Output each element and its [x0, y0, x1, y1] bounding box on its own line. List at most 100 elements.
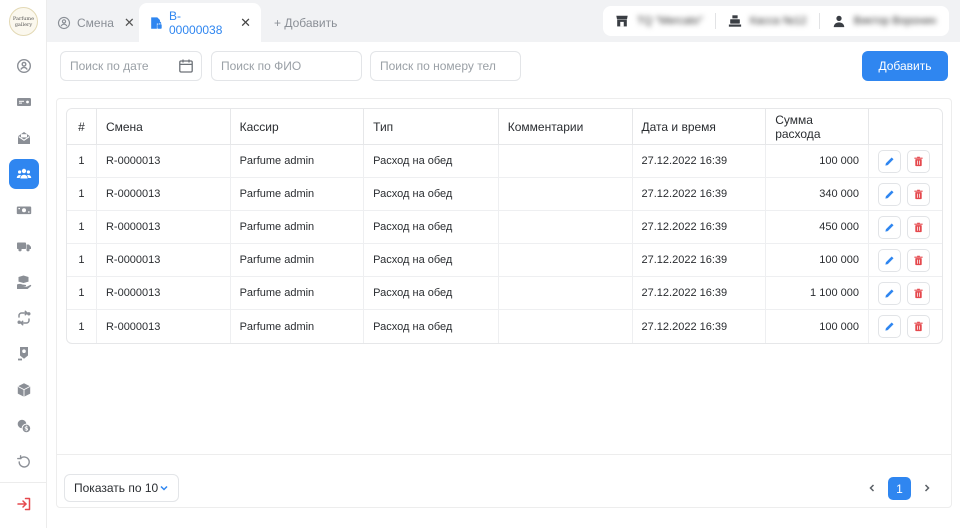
sidebar-item-finance[interactable] — [9, 195, 39, 225]
sidebar-item-messages[interactable] — [9, 123, 39, 153]
table-container: # Смена Кассир Тип Комментарии Дата и вр… — [56, 98, 952, 508]
datetime-cell: 27.12.2022 16:39 — [632, 211, 767, 244]
user-name: Виктор Воронин — [853, 15, 937, 27]
delete-button[interactable] — [906, 149, 930, 173]
comment-cell — [498, 178, 633, 211]
page-size-select[interactable]: Показать по 10 — [64, 474, 179, 502]
edit-button[interactable] — [877, 248, 901, 272]
row-number: 1 — [67, 145, 97, 178]
document-lock-icon — [149, 16, 163, 30]
comment-cell — [498, 145, 633, 178]
table-row[interactable]: 1 R-0000013 Parfume admin Расход на обед 27.… — [67, 244, 942, 277]
sidebar-item-delivery[interactable] — [9, 231, 39, 261]
calendar-icon[interactable] — [178, 58, 194, 74]
sidebar-item-returns[interactable] — [9, 447, 39, 477]
next-page-button[interactable] — [917, 478, 937, 498]
hand-box-icon — [17, 275, 32, 289]
table-row[interactable]: 1 R-0000013 Parfume admin Расход на обед 27.… — [67, 178, 942, 211]
tab-label: B-00000038 — [169, 8, 223, 37]
amount-cell: 1 100 000 — [766, 277, 869, 310]
trash-icon — [914, 321, 923, 332]
svg-text:$: $ — [24, 426, 28, 433]
delete-button[interactable] — [906, 182, 930, 206]
sidebar-item-sales[interactable] — [9, 87, 39, 117]
page-number-button[interactable]: 1 — [888, 477, 911, 500]
tab-shift[interactable]: Смена ✕ — [57, 3, 135, 42]
user-icon — [833, 15, 844, 28]
type-cell: Расход на обед — [364, 145, 499, 178]
column-header — [868, 109, 942, 145]
type-cell: Расход на обед — [364, 178, 499, 211]
table-row[interactable]: 1 R-0000013 Parfume admin Расход на обед 27.… — [67, 211, 942, 244]
sidebar-item-payments[interactable]: $ — [9, 411, 39, 441]
close-icon[interactable]: ✕ — [240, 15, 251, 31]
phone-search-input[interactable] — [370, 51, 521, 81]
edit-button[interactable] — [877, 149, 901, 173]
tab-label: Смена — [77, 15, 114, 30]
user-info[interactable]: Виктор Воронин — [820, 6, 949, 36]
footer-divider — [56, 454, 952, 455]
amount-cell: 340 000 — [766, 178, 869, 211]
amount-cell: 100 000 — [766, 310, 869, 343]
row-number: 1 — [67, 277, 97, 310]
row-number: 1 — [67, 211, 97, 244]
cashier-cell: Parfume admin — [231, 310, 365, 343]
amount-cell: 100 000 — [766, 244, 869, 277]
pencil-icon — [885, 255, 894, 265]
type-cell: Расход на обед — [364, 211, 499, 244]
logout-button[interactable] — [9, 489, 39, 519]
comment-cell — [498, 244, 633, 277]
table-header-row: # Смена Кассир Тип Комментарии Дата и вр… — [67, 109, 942, 145]
brand-logo[interactable]: Parfume gallery — [9, 7, 38, 36]
sidebar-item-transfers[interactable] — [9, 303, 39, 333]
tab-document[interactable]: B-00000038 ✕ — [139, 3, 261, 42]
datetime-cell: 27.12.2022 16:39 — [633, 310, 767, 343]
pencil-icon — [885, 222, 894, 232]
delete-button[interactable] — [906, 215, 930, 239]
sidebar-item-products[interactable] — [9, 375, 39, 405]
shift-cell: R-0000013 — [96, 145, 231, 178]
table-row[interactable]: 1 R-0000013 Parfume admin Расход на обед 27.… — [67, 277, 942, 310]
add-button[interactable]: Добавить — [862, 51, 948, 81]
comment-cell — [498, 277, 633, 310]
name-search-input[interactable] — [211, 51, 362, 81]
type-cell: Расход на обед — [364, 310, 499, 343]
edit-button[interactable] — [877, 182, 901, 206]
sidebar-item-shift[interactable] — [9, 51, 39, 81]
delete-button[interactable] — [906, 315, 930, 338]
column-header: Кассир — [230, 109, 365, 145]
shift-cell: R-0000013 — [96, 277, 231, 310]
add-tab-button[interactable]: + Добавить — [274, 3, 337, 42]
edit-button[interactable] — [877, 215, 901, 239]
box-icon — [17, 383, 31, 397]
table-row[interactable]: 1 R-0000013 Parfume admin Расход на обед 27.… — [67, 145, 942, 178]
prev-page-button[interactable] — [862, 478, 882, 498]
shift-cell: R-0000013 — [97, 310, 231, 343]
shift-cell: R-0000013 — [96, 244, 231, 277]
edit-button[interactable] — [877, 281, 901, 305]
edit-button[interactable] — [877, 315, 901, 338]
delete-button[interactable] — [906, 248, 930, 272]
trash-icon — [914, 189, 923, 199]
sidebar-item-receiving[interactable] — [9, 267, 39, 297]
sidebar-item-locations[interactable] — [9, 339, 39, 369]
store-name: TQ "Mercato" — [637, 15, 703, 27]
delete-button[interactable] — [906, 281, 930, 305]
logout-icon — [17, 497, 31, 511]
sidebar-divider — [0, 482, 47, 483]
sidebar: Parfume gallery $ — [0, 0, 47, 528]
trash-icon — [914, 288, 923, 298]
close-icon[interactable]: ✕ — [124, 15, 135, 31]
store-info[interactable]: TQ "Mercato" — [603, 6, 715, 36]
column-header: Сумма расхода — [766, 109, 869, 145]
pencil-icon — [885, 156, 894, 166]
cashier-cell: Parfume admin — [230, 178, 365, 211]
exchange-icon — [17, 310, 31, 326]
cashier-cell: Parfume admin — [230, 277, 365, 310]
register-name: Касса №12 — [749, 15, 807, 27]
register-info[interactable]: Касса №12 — [716, 6, 819, 36]
table-row[interactable]: 1 R-0000013 Parfume admin Расход на обед 27.… — [67, 310, 942, 343]
sidebar-item-users[interactable] — [9, 159, 39, 189]
trash-icon — [914, 156, 923, 166]
datetime-cell: 27.12.2022 16:39 — [632, 277, 767, 310]
